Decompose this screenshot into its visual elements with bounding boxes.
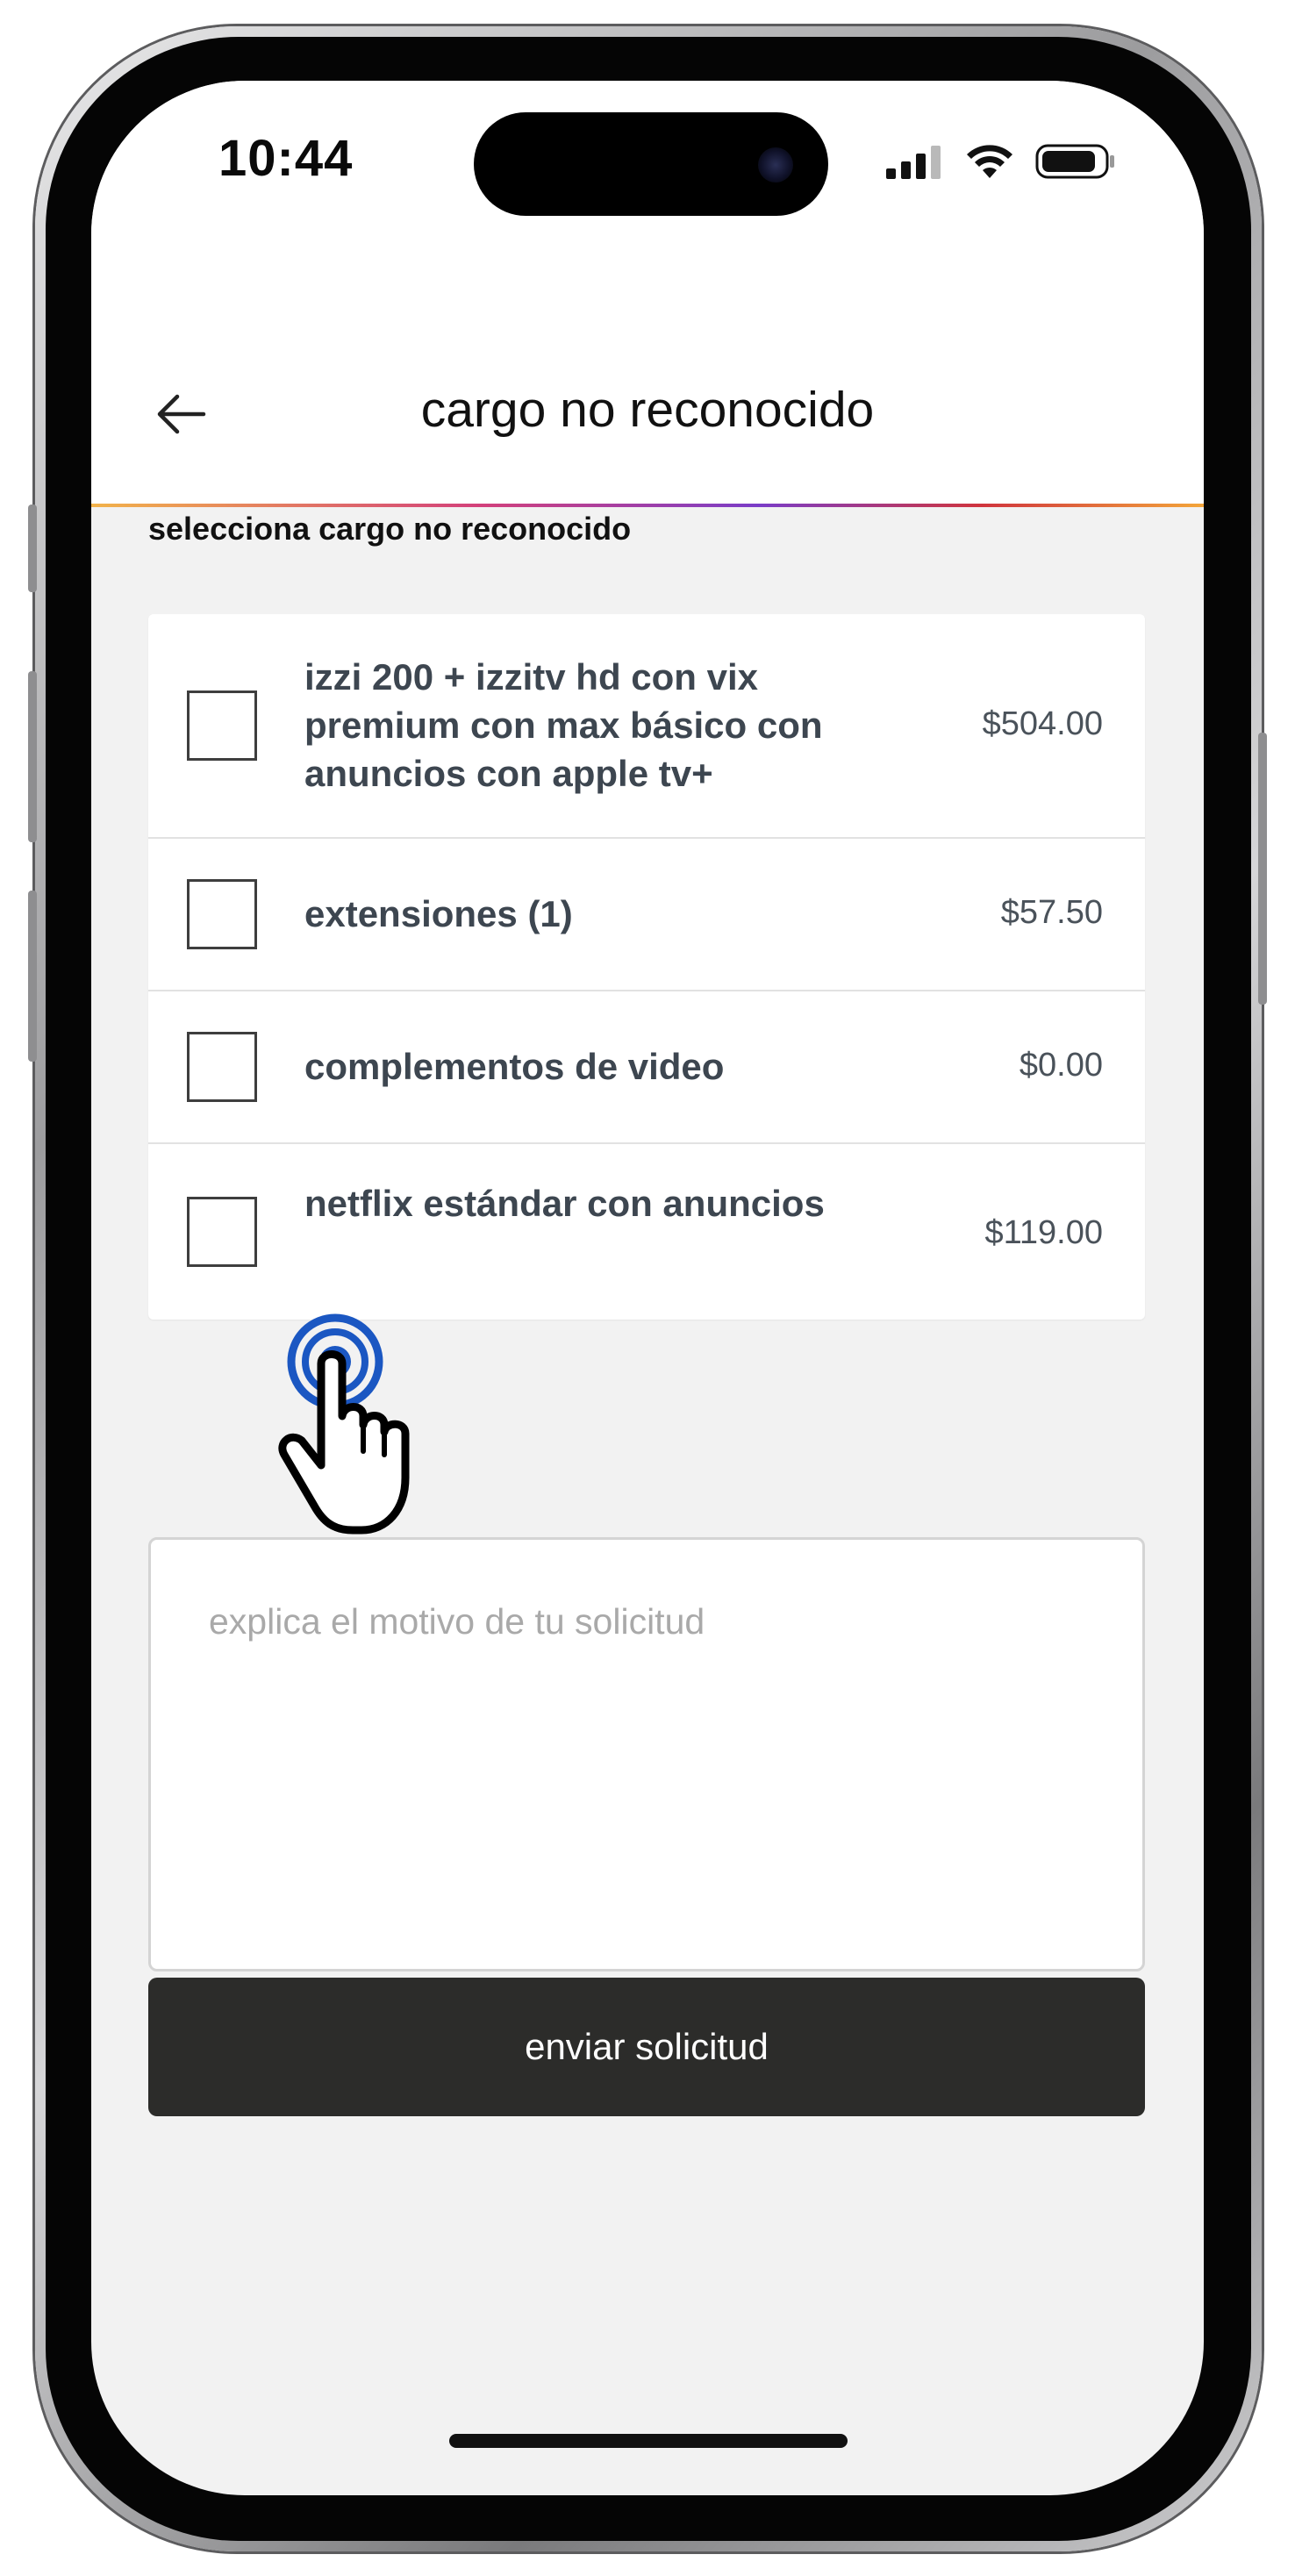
charge-checkbox[interactable] [187,691,257,761]
charge-row[interactable]: netflix estándar con anuncios $119.00 [148,1144,1145,1320]
charge-checkbox[interactable] [187,879,257,949]
signal-icon [886,146,941,179]
battery-icon [1035,144,1114,179]
status-time: 10:44 [218,130,354,187]
volume-up-button [28,671,37,842]
charge-row[interactable]: extensiones (1) $57.50 [148,839,1145,991]
camera-icon [758,147,793,182]
home-indicator[interactable] [449,2434,848,2448]
status-icons [886,142,1116,181]
charge-amount: $0.00 [1019,1047,1103,1084]
power-button [1258,733,1267,1005]
page-title: cargo no reconocido [420,382,875,438]
screen: 10:44 cargo no reconocido selecciona car… [91,81,1204,2495]
charge-amount: $119.00 [984,1214,1103,1251]
charge-amount: $57.50 [1000,894,1103,931]
volume-down-button [28,891,37,1062]
charge-description: netflix estándar con anuncios [304,1183,825,1224]
charge-row[interactable]: complementos de video $0.00 [148,991,1145,1144]
charge-amount: $504.00 [982,705,1103,742]
charge-checkbox[interactable] [187,1032,257,1102]
charge-list: izzi 200 + izzitv hd con vix premium con… [148,614,1145,1320]
dynamic-island [474,112,828,216]
wifi-icon [967,145,1012,178]
header-divider [91,504,1204,507]
charge-checkbox[interactable] [187,1197,257,1267]
reason-field[interactable] [148,1537,1145,1971]
reason-input[interactable] [151,1540,1142,1969]
status-bar: 10:44 [91,81,1204,247]
submit-button[interactable]: enviar solicitud [148,1978,1145,2116]
charge-description: izzi 200 + izzitv hd con vix premium con… [304,656,823,794]
charge-row[interactable]: izzi 200 + izzitv hd con vix premium con… [148,614,1145,839]
action-button [28,504,37,592]
header: cargo no reconocido [91,247,1204,507]
tap-hand-icon [278,1313,410,1535]
charge-description: complementos de video [304,1046,725,1087]
section-label: selecciona cargo no reconocido [148,511,632,547]
charge-description: extensiones (1) [304,893,573,934]
